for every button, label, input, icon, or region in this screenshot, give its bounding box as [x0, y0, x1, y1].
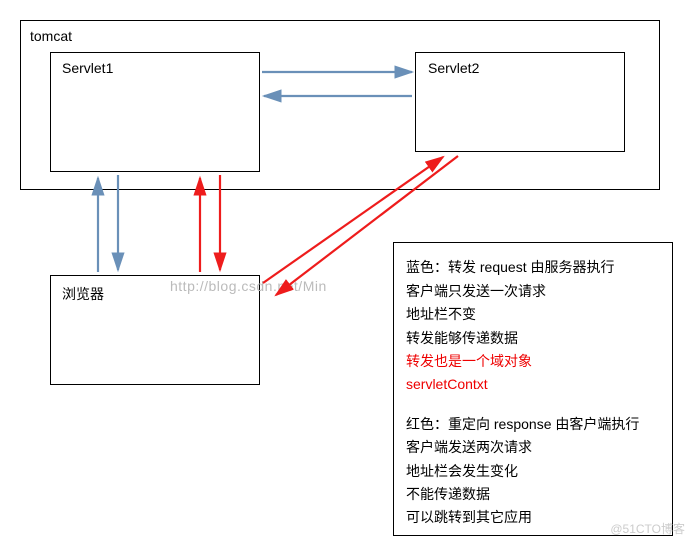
- legend-blue-title: 蓝色：转发 request 由服务器执行: [406, 258, 660, 276]
- legend-blue-line1: 客户端只发送一次请求: [406, 282, 660, 300]
- watermark-text: http://blog.csdn.net/Min: [170, 278, 327, 294]
- tomcat-label: tomcat: [30, 28, 72, 44]
- legend-box: 蓝色：转发 request 由服务器执行 客户端只发送一次请求 地址栏不变 转发…: [393, 242, 673, 536]
- legend-blue-line3: 转发能够传递数据: [406, 329, 660, 347]
- browser-label: 浏览器: [62, 284, 104, 304]
- credit-text: @51CTO博客: [610, 520, 685, 537]
- legend-blue-red2: servletContxt: [406, 375, 660, 393]
- legend-red-line1: 客户端发送两次请求: [406, 438, 660, 456]
- servlet1-label: Servlet1: [62, 60, 113, 76]
- legend-blue-line2: 地址栏不变: [406, 305, 660, 323]
- legend-red-line3: 不能传递数据: [406, 485, 660, 503]
- legend-blue-red1: 转发也是一个域对象: [406, 352, 660, 370]
- legend-red-line2: 地址栏会发生变化: [406, 462, 660, 480]
- legend-red-title: 红色：重定向 response 由客户端执行: [406, 415, 660, 433]
- servlet2-label: Servlet2: [428, 60, 479, 76]
